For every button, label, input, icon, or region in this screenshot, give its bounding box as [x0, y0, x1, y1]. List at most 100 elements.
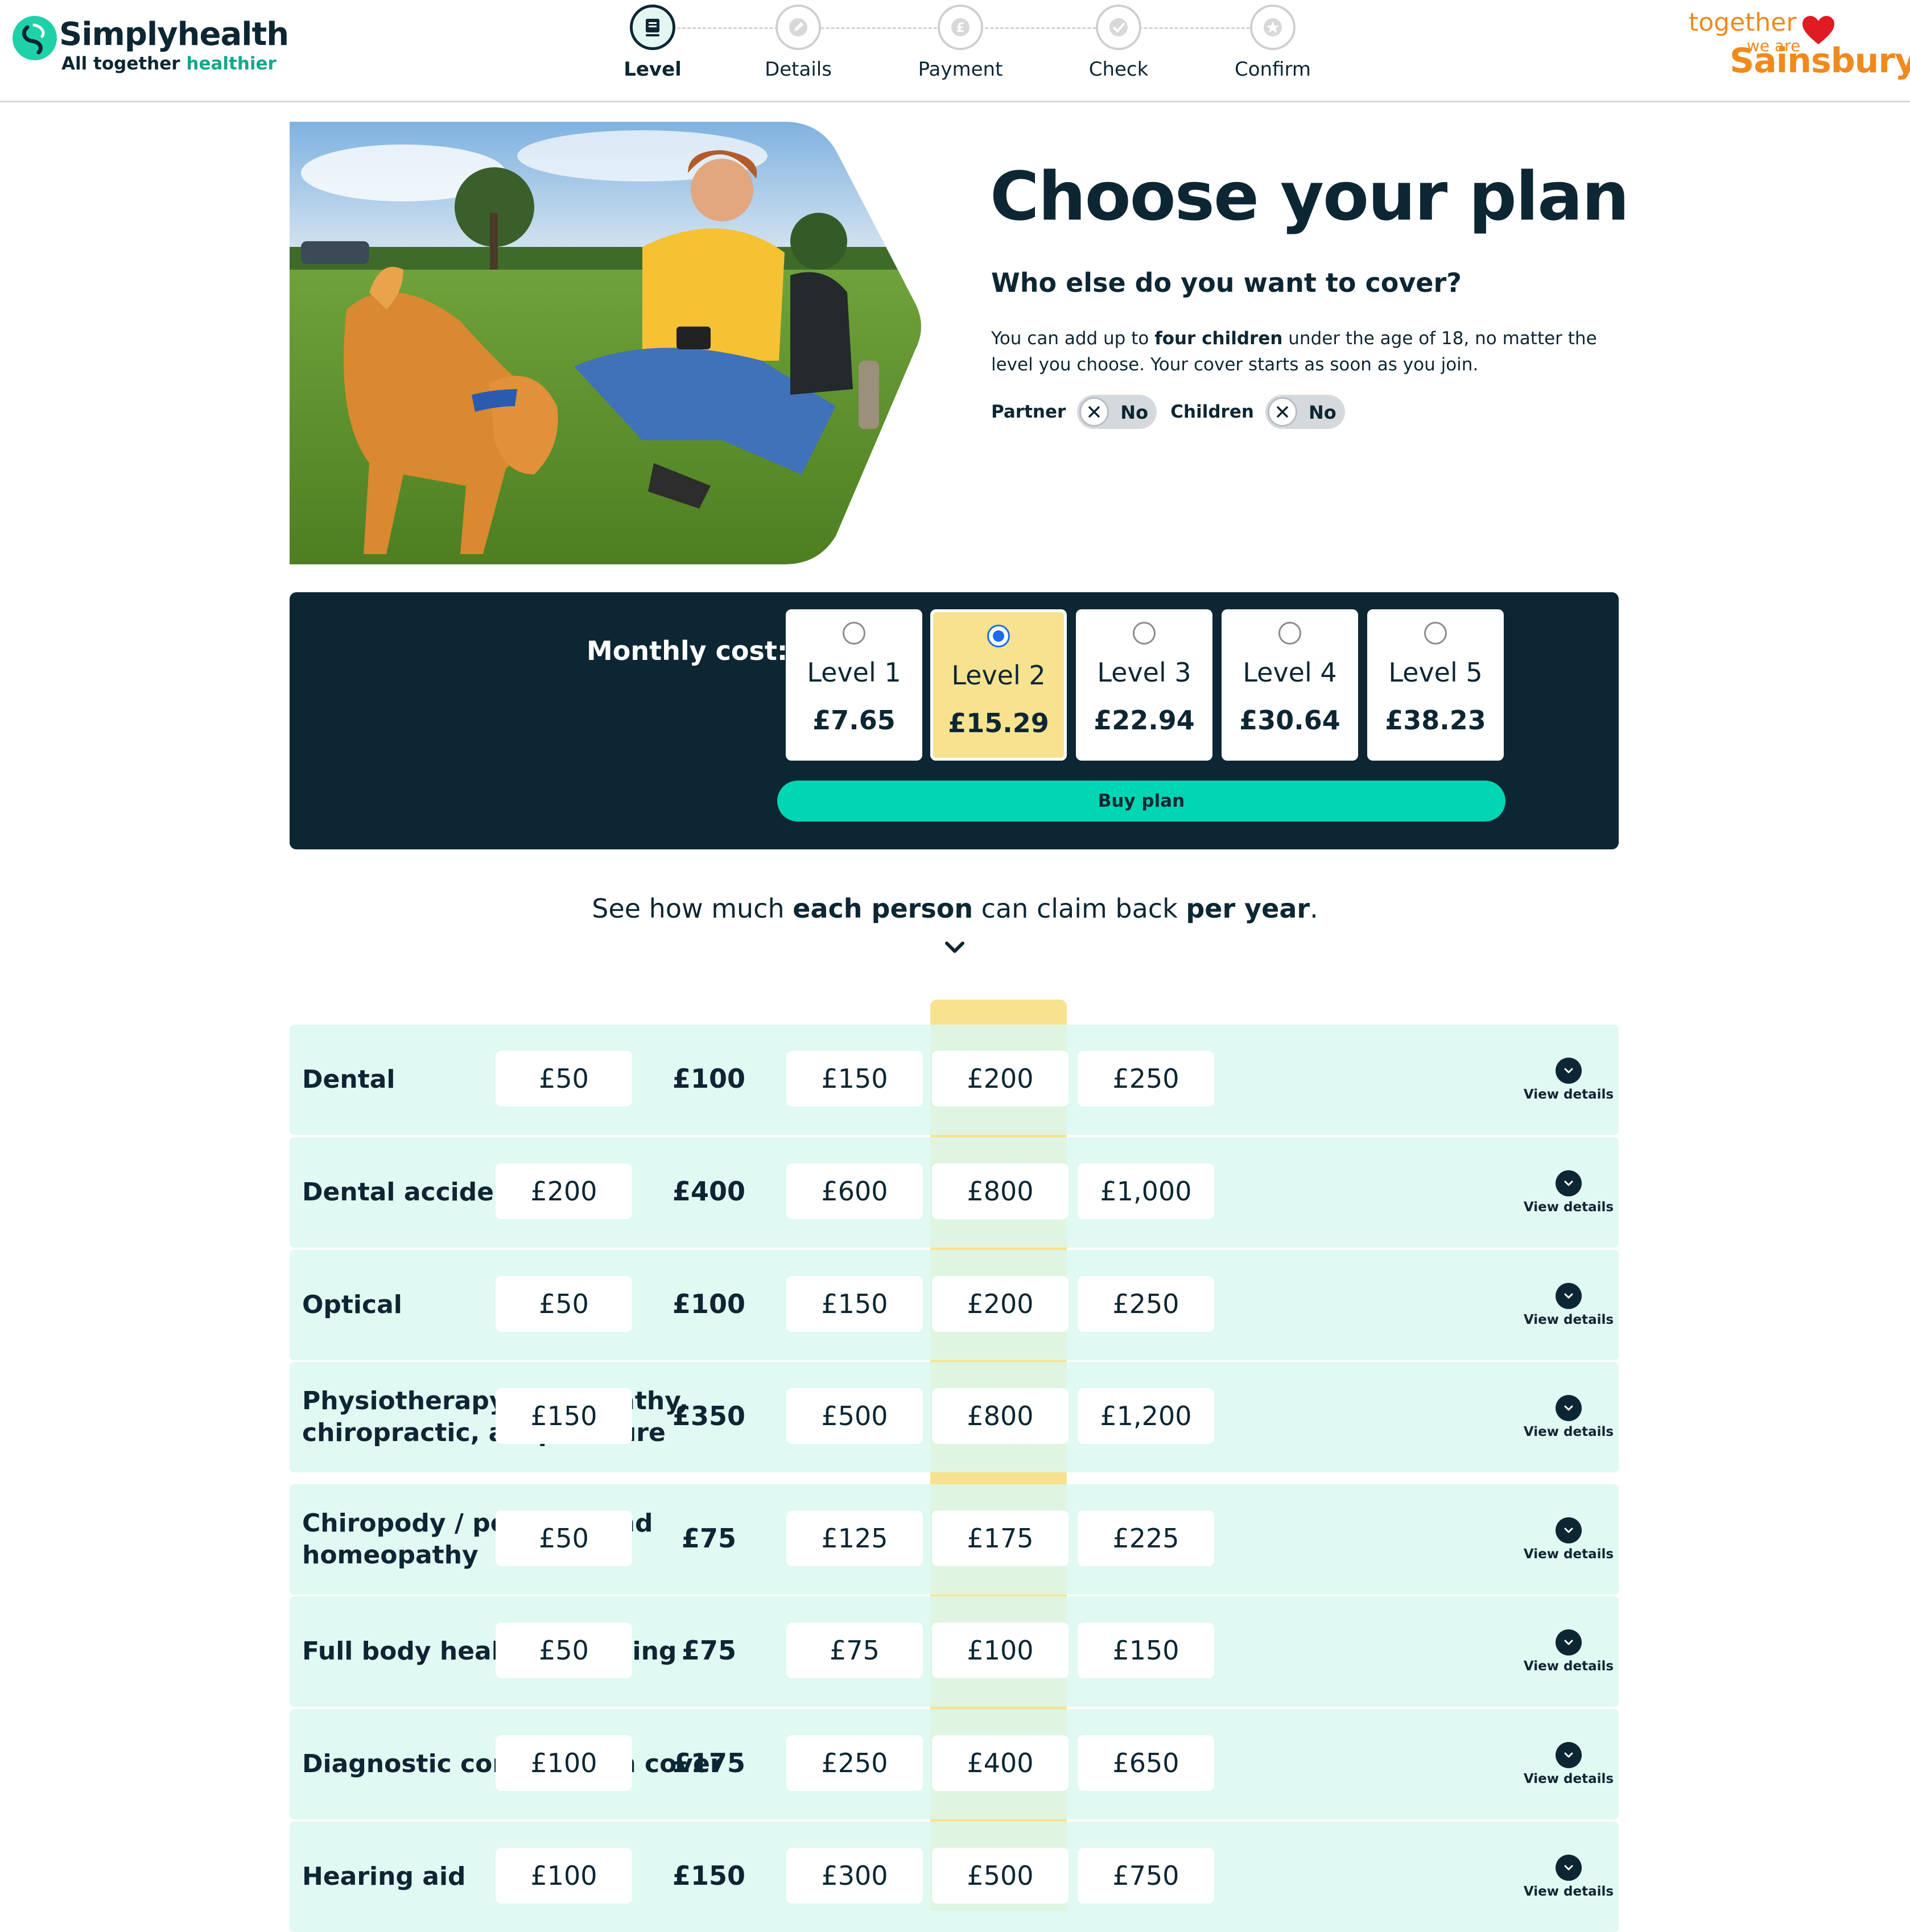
view-details-button[interactable]: View details [1517, 1362, 1620, 1472]
simplyhealth-logo-icon [13, 16, 57, 60]
children-toggle-value: No [1308, 402, 1336, 423]
simplyhealth-logo[interactable]: Simplyhealth All together healthier [11, 13, 289, 81]
star-icon [1264, 18, 1282, 36]
benefit-level-3-amount: £300 [786, 1848, 923, 1904]
benefit-level-5-amount: £250 [1078, 1051, 1214, 1107]
benefit-level-1-amount: £100 [496, 1735, 632, 1791]
level-name: Level 3 [1097, 657, 1191, 688]
view-details-label: View details [1523, 1659, 1614, 1674]
chevron-down-icon [1556, 1058, 1582, 1084]
brand-line-together: together [1689, 8, 1797, 37]
benefit-level-5-amount: £650 [1078, 1735, 1214, 1791]
step-label: Level [624, 58, 682, 81]
level-radio[interactable] [1278, 622, 1301, 645]
step-label: Payment [918, 58, 1003, 81]
monthly-cost-label: Monthly cost: [587, 635, 788, 666]
benefit-level-5-amount: £750 [1078, 1848, 1214, 1904]
chevron-down-icon [1556, 1742, 1582, 1768]
benefit-row: Optical £50 £100 £150 £200 £250 View details [290, 1250, 1619, 1360]
benefit-level-4-amount: £175 [932, 1510, 1069, 1566]
claim-back-heading: See how much each person can claim back … [592, 893, 1318, 924]
benefit-level-2-amount: £175 [672, 1748, 746, 1778]
level-radio[interactable] [987, 625, 1010, 647]
level-4-option[interactable]: Level 4 £30.64 [1222, 609, 1358, 761]
view-details-button[interactable]: View details [1517, 1137, 1620, 1248]
benefit-level-5-amount: £150 [1078, 1623, 1214, 1678]
level-price: £15.29 [948, 708, 1049, 738]
view-details-button[interactable]: View details [1517, 1709, 1620, 1819]
svg-text:£: £ [956, 21, 964, 35]
cover-question-heading: Who else do you want to cover? [991, 267, 1462, 298]
step-check[interactable]: Check [1062, 5, 1175, 81]
cover-toggles: Partner No Children No [991, 395, 1359, 429]
view-details-button[interactable]: View details [1517, 1596, 1620, 1707]
level-1-option[interactable]: Level 1 £7.65 [786, 609, 922, 761]
level-radio[interactable] [1133, 622, 1156, 645]
children-toggle[interactable]: No [1265, 395, 1345, 429]
page-title: Choose your plan [990, 157, 1630, 236]
benefit-level-3-amount: £250 [786, 1735, 923, 1791]
logo-tagline: All together healthier [61, 53, 277, 74]
pound-icon: £ [951, 18, 970, 36]
step-level[interactable]: Level [596, 5, 709, 81]
step-label: Confirm [1234, 58, 1311, 81]
level-name: Level 1 [807, 657, 901, 688]
logo-name: Simplyhealth [59, 16, 289, 53]
benefit-level-2-amount: £75 [681, 1523, 737, 1554]
view-details-button[interactable]: View details [1517, 1250, 1620, 1360]
chevron-down-icon [1556, 1629, 1582, 1656]
level-price: £30.64 [1239, 705, 1340, 736]
view-details-button[interactable]: View details [1517, 1025, 1620, 1135]
benefit-level-5-amount: £1,200 [1078, 1388, 1214, 1444]
benefit-level-5-amount: £1,000 [1078, 1163, 1214, 1219]
step-payment[interactable]: £ Payment [904, 5, 1017, 81]
chevron-down-icon [1556, 1517, 1582, 1543]
view-details-button[interactable]: View details [1517, 1822, 1620, 1932]
partner-toggle-value: No [1120, 402, 1149, 423]
chevron-down-icon [1556, 1855, 1582, 1881]
brand-line-sainsburys: Sainsbury's [1730, 41, 1910, 81]
level-2-option[interactable]: Level 2 £15.29 [930, 609, 1067, 761]
view-details-label: View details [1523, 1200, 1614, 1215]
level-5-option[interactable]: Level 5 £38.23 [1367, 609, 1504, 761]
book-icon [646, 19, 659, 36]
monthly-cost-panel: Monthly cost: Level 1 £7.65 Level 2 £15.… [290, 592, 1619, 849]
level-name: Level 4 [1243, 657, 1337, 688]
benefit-level-4-amount: £500 [932, 1848, 1069, 1904]
benefit-level-2-amount: £150 [672, 1860, 746, 1891]
benefit-level-3-amount: £500 [786, 1388, 923, 1444]
view-details-button[interactable]: View details [1517, 1484, 1620, 1595]
buy-plan-button[interactable]: Buy plan [777, 781, 1505, 821]
benefit-level-4-amount: £800 [932, 1163, 1069, 1219]
level-price: £38.23 [1385, 705, 1486, 736]
step-details[interactable]: Details [741, 5, 855, 81]
benefit-level-2-amount: £75 [681, 1635, 737, 1666]
close-icon [1079, 397, 1109, 427]
step-confirm[interactable]: Confirm [1216, 5, 1330, 81]
benefit-level-2-amount: £350 [672, 1401, 746, 1431]
benefit-level-3-amount: £600 [786, 1163, 923, 1219]
partner-toggle[interactable]: No [1077, 395, 1157, 429]
pencil-icon [789, 18, 807, 36]
benefit-level-4-amount: £200 [932, 1276, 1069, 1332]
benefit-level-1-amount: £50 [496, 1276, 632, 1332]
view-details-label: View details [1523, 1547, 1614, 1562]
benefit-level-2-amount: £400 [672, 1176, 746, 1207]
sainsburys-brand-logo: together we are Sainsbury's [1684, 8, 1910, 88]
benefit-level-1-amount: £200 [496, 1163, 632, 1219]
view-details-label: View details [1523, 1087, 1614, 1102]
chevron-down-icon [1556, 1283, 1582, 1309]
chevron-down-icon [1556, 1170, 1582, 1196]
benefit-row: Physiotherapy, osteopathy, chiropractic,… [290, 1362, 1619, 1472]
benefit-level-3-amount: £75 [786, 1623, 923, 1678]
level-3-option[interactable]: Level 3 £22.94 [1076, 609, 1212, 761]
level-radio[interactable] [843, 622, 865, 645]
level-radio[interactable] [1424, 622, 1447, 645]
chevron-down-icon[interactable] [940, 933, 970, 963]
benefit-level-3-amount: £150 [786, 1276, 923, 1332]
benefit-level-1-amount: £150 [496, 1388, 632, 1444]
benefit-level-2-amount: £100 [672, 1289, 746, 1319]
level-name: Level 5 [1388, 657, 1483, 688]
benefit-level-4-amount: £100 [932, 1623, 1069, 1678]
benefit-level-2-amount: £100 [672, 1063, 746, 1094]
